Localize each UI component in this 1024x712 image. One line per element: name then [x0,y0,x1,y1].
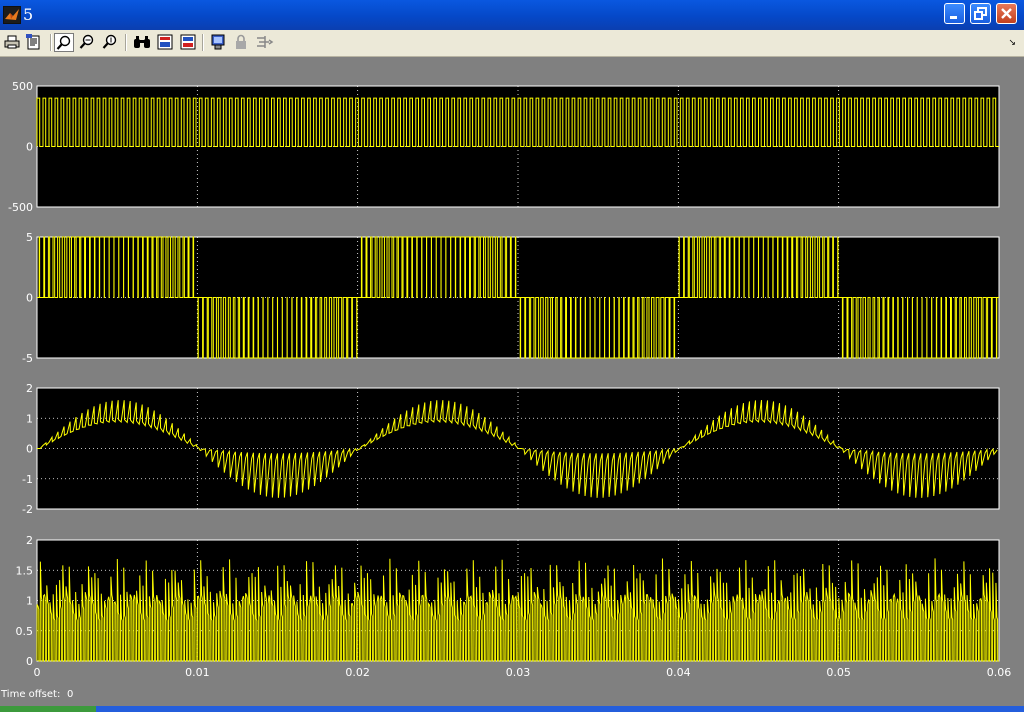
scope-plots: 500 0 -500 5 0 -5 2 1 0 -1 -2 0 0.01 0.02 0.03 0.04 0.05… [8,80,1012,679]
y-tick-label: 0.5 [16,625,34,638]
zoom-y-button[interactable] [100,33,120,52]
print-preview-button[interactable] [24,33,44,52]
maximize-icon [974,7,987,20]
print-button[interactable] [2,33,22,52]
y-tick-label: 5 [26,231,33,244]
parameters-icon [211,34,225,50]
window-title: 5 [23,5,34,24]
toolbar: ↘ [0,30,1024,57]
matlab-icon[interactable] [3,6,21,24]
minimize-icon [950,16,957,19]
lock-button[interactable] [231,33,251,52]
x-tick-label: 0.06 [987,666,1012,679]
scope-trace-1 [36,97,999,147]
restore-axes-icon [180,34,196,50]
y-tick-label: 500 [12,80,33,93]
autoscale-binoculars-icon [134,36,150,48]
title-bar[interactable]: 5 [0,0,1024,30]
y-tick-label: 2 [26,534,33,547]
save-axes-icon [157,34,173,50]
x-tick-label: 0.02 [345,666,370,679]
time-offset-value: 0 [67,689,74,700]
minimize-button[interactable] [944,3,965,24]
x-tick-label: 0.01 [185,666,210,679]
taskbar [0,706,1024,712]
y-tick-label: -1 [22,473,33,486]
parameters-button[interactable] [208,33,228,52]
save-axes-button[interactable] [155,33,175,52]
lock-icon [236,34,246,49]
y-tick-label: -500 [8,201,33,214]
time-offset-label: Time offset: [1,689,61,700]
signal-selection-icon [257,36,274,48]
y-tick-label: -2 [22,503,33,516]
signal-selection-button[interactable] [255,33,275,52]
close-button[interactable] [996,3,1017,24]
y-tick-label: 1 [26,412,33,425]
y-tick-label: 0 [26,655,33,668]
y-tick-label: 1.5 [16,564,34,577]
y-tick-label: -5 [22,352,33,365]
x-tick-label: 0.04 [666,666,691,679]
close-icon [1001,8,1012,19]
y-tick-label: 0 [26,443,33,456]
zoom-x-icon [79,34,94,49]
start-button[interactable] [0,706,96,712]
x-tick-label: 0.03 [506,666,531,679]
y-tick-label: 0 [26,292,33,305]
x-tick-label: 0 [34,666,41,679]
chevron-icon[interactable]: ↘ [1008,38,1016,48]
status-bar: Time offset: 0 [0,687,1024,705]
zoom-y-icon [102,34,117,49]
y-tick-label: 2 [26,382,33,395]
zoom-button[interactable] [54,33,74,52]
maximize-button[interactable] [970,3,991,24]
y-tick-label: 1 [26,595,33,608]
print-preview-icon [26,34,40,50]
y-tick-label: 0 [26,141,33,154]
zoom-x-button[interactable] [77,33,97,52]
x-tick-label: 0.05 [826,666,851,679]
zoom-icon [56,35,71,50]
restore-axes-button[interactable] [178,33,198,52]
autoscale-button[interactable] [132,33,152,52]
print-icon [4,35,20,49]
